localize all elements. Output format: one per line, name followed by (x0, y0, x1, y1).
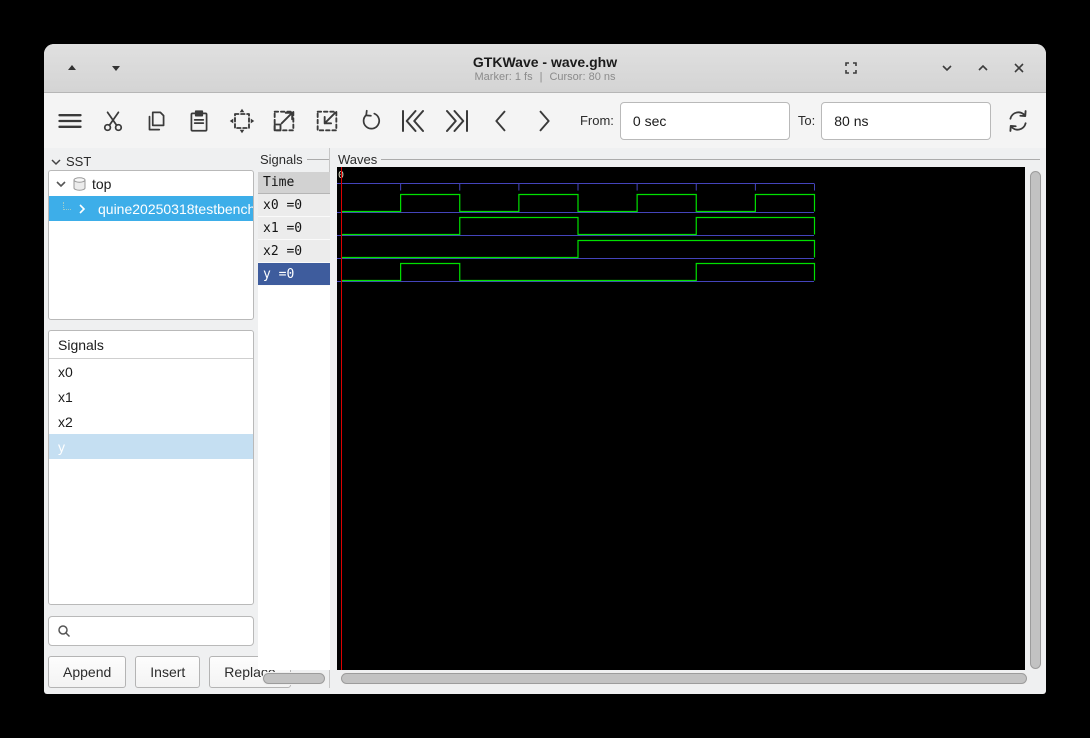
available-signal-item[interactable]: y (49, 434, 253, 459)
main-content: SST top quine20250318testbench Signals x… (44, 148, 1046, 694)
wave-canvas-svg[interactable]: 0 (337, 167, 1025, 670)
toolbar: From: To: (44, 93, 1046, 148)
available-signals-header: Signals (49, 331, 253, 359)
zoom-out-icon[interactable] (313, 106, 342, 136)
search-icon (58, 625, 71, 638)
marker-status: Marker: 1 fs (474, 70, 533, 83)
gtkwave-window: GTKWave - wave.ghw Marker: 1 fs | Cursor… (44, 44, 1046, 694)
available-signal-item[interactable]: x2 (49, 409, 253, 434)
signals-column-header: Signals (260, 152, 303, 167)
chevron-right-icon[interactable] (76, 203, 88, 215)
fullscreen-icon[interactable] (838, 56, 864, 80)
zoom-in-icon[interactable] (270, 106, 299, 136)
tree-item-testbench[interactable]: quine20250318testbench (49, 196, 253, 221)
titlebar[interactable]: GTKWave - wave.ghw Marker: 1 fs | Cursor… (44, 44, 1046, 93)
paste-icon[interactable] (184, 106, 213, 136)
to-label: To: (797, 113, 816, 128)
cut-icon[interactable] (99, 106, 128, 136)
menu-icon[interactable] (56, 106, 85, 136)
status-separator: | (539, 70, 543, 83)
time-header: Time (258, 172, 330, 194)
step-back-icon[interactable] (486, 106, 515, 136)
waves-header: Waves (338, 152, 378, 167)
append-button[interactable]: Append (48, 656, 127, 688)
skip-to-start-icon[interactable] (398, 106, 428, 136)
zoom-fit-icon[interactable] (227, 106, 256, 136)
signals-column: Signals Time x0 =0 x1 =0 x2 =0 y =0 (258, 148, 330, 688)
signals-horizontal-scrollbar[interactable] (262, 672, 327, 685)
skip-to-end-icon[interactable] (442, 106, 472, 136)
signals-list: Time x0 =0 x1 =0 x2 =0 y =0 (258, 172, 330, 670)
insert-button[interactable]: Insert (135, 656, 201, 688)
wave-trace-x0 (341, 193, 816, 213)
wave-trace-x2 (341, 239, 816, 259)
tree-item-top[interactable]: top (49, 171, 253, 196)
wave-h-scrollbar-thumb[interactable] (341, 673, 1027, 684)
from-label: From: (579, 113, 614, 128)
available-signal-item[interactable]: x1 (49, 384, 253, 409)
reload-icon[interactable] (1003, 106, 1032, 136)
waves-panel: Waves 0 (337, 148, 1044, 694)
from-input[interactable] (619, 101, 790, 140)
signal-row[interactable]: x1 =0 (258, 217, 330, 240)
undo-icon[interactable] (356, 106, 385, 136)
search-input[interactable] (77, 623, 253, 639)
sst-tree: top quine20250318testbench (48, 170, 254, 320)
sst-header-label: SST (66, 154, 92, 169)
signal-row[interactable]: x2 =0 (258, 240, 330, 263)
wave-trace-x1 (341, 216, 816, 236)
tree-branch-line (63, 201, 71, 210)
signals-h-scrollbar-thumb[interactable] (263, 673, 325, 684)
signal-search[interactable] (48, 616, 254, 646)
v-scrollbar-thumb[interactable] (1030, 171, 1041, 669)
to-input[interactable] (821, 101, 992, 140)
sst-collapse-icon[interactable] (50, 156, 62, 168)
maximize-icon[interactable] (970, 56, 996, 80)
copy-icon[interactable] (142, 106, 171, 136)
wave-vertical-scrollbar[interactable] (1029, 170, 1042, 670)
chevron-down-icon[interactable] (55, 178, 67, 190)
available-signal-item[interactable]: x0 (49, 359, 253, 384)
tree-item-label: top (92, 175, 112, 192)
signal-row[interactable]: y =0 (258, 263, 330, 286)
minimize-icon[interactable] (934, 56, 960, 80)
roll-up-icon[interactable] (60, 56, 84, 80)
tree-item-label: quine20250318testbench (98, 200, 253, 217)
wave-horizontal-scrollbar[interactable] (340, 672, 1030, 685)
database-icon (73, 176, 86, 191)
step-forward-icon[interactable] (529, 106, 558, 136)
signal-row[interactable]: x0 =0 (258, 194, 330, 217)
close-icon[interactable] (1006, 56, 1032, 80)
wave-trace-y (341, 262, 816, 282)
roll-down-icon[interactable] (104, 56, 128, 80)
available-signals-panel: Signals x0 x1 x2 y (48, 330, 254, 605)
window-title: GTKWave - wave.ghw (472, 53, 618, 70)
cursor-status: Cursor: 80 ns (549, 70, 616, 83)
